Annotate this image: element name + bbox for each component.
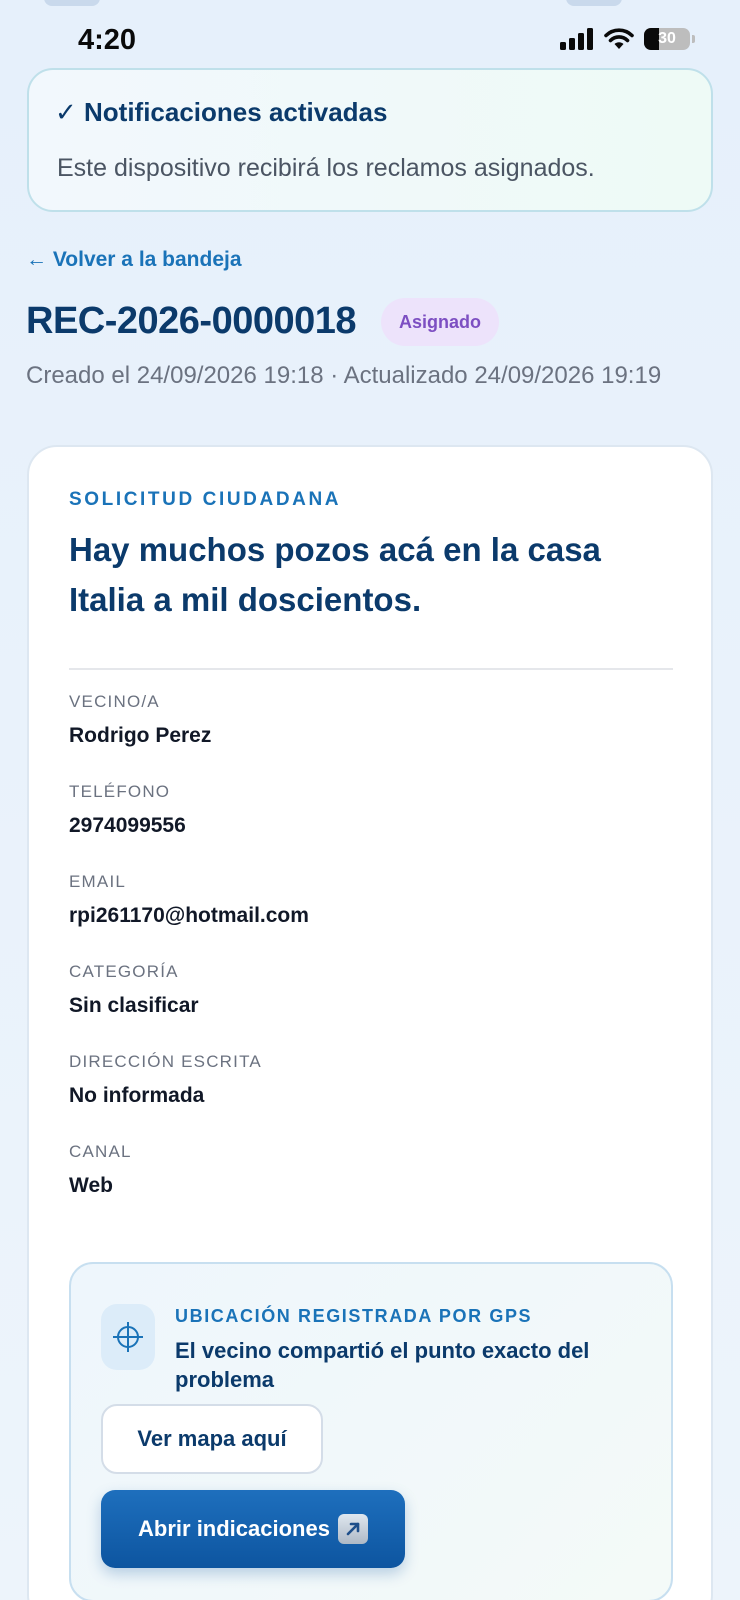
field-value-neighbor: Rodrigo Perez	[69, 724, 212, 747]
field-value-category: Sin clasificar	[69, 994, 199, 1017]
wifi-icon	[604, 28, 634, 49]
open-directions-button[interactable]: Abrir indicaciones	[101, 1490, 405, 1568]
field-label-channel: CANAL	[69, 1142, 132, 1161]
claim-id: REC-2026-0000018	[26, 300, 357, 342]
status-icons: 30	[560, 28, 695, 50]
external-link-icon	[337, 1514, 368, 1544]
field-label-email: EMAIL	[69, 872, 127, 891]
top-left-pill	[44, 0, 100, 6]
status-badge: Asignado	[381, 298, 500, 346]
battery-tip	[692, 35, 695, 43]
battery-icon: 30	[644, 28, 690, 50]
status-time: 4:20	[78, 24, 137, 56]
notification-title: ✓ Notificaciones activadas	[55, 97, 388, 127]
view-map-label: Ver mapa aquí	[137, 1426, 287, 1451]
battery-level: 30	[658, 30, 676, 47]
divider	[69, 668, 673, 670]
field-value-phone: 2974099556	[69, 814, 186, 837]
field-value-email: rpi261170@hotmail.com	[69, 904, 309, 927]
claim-dates: Creado el 24/09/2026 19:18 · Actualizado…	[26, 362, 662, 389]
field-value-channel: Web	[69, 1174, 113, 1197]
open-directions-label: Abrir indicaciones	[138, 1516, 330, 1541]
gps-location-box: UBICACIÓN REGISTRADA POR GPS El vecino c…	[69, 1262, 673, 1600]
claim-detail-card: SOLICITUD CIUDADANA Hay muchos pozos acá…	[27, 445, 713, 1600]
notification-banner: ✓ Notificaciones activadas Este disposit…	[27, 68, 713, 212]
field-label-neighbor: VECINO/A	[69, 692, 160, 711]
notification-text: Este dispositivo recibirá los reclamos a…	[57, 154, 595, 182]
crosshair-icon	[101, 1304, 155, 1370]
gps-eyebrow: UBICACIÓN REGISTRADA POR GPS	[175, 1306, 533, 1326]
field-label-phone: TELÉFONO	[69, 782, 171, 801]
top-right-pill	[566, 0, 622, 6]
signal-icon	[560, 28, 593, 50]
field-label-address: DIRECCIÓN ESCRITA	[69, 1052, 262, 1071]
status-bar: 4:20 30	[0, 0, 740, 64]
request-eyebrow: SOLICITUD CIUDADANA	[69, 489, 342, 510]
gps-description: El vecino compartió el punto exacto del …	[175, 1338, 590, 1392]
request-text: Hay muchos pozos acá en la casa Italia a…	[69, 531, 601, 618]
back-to-inbox-link[interactable]: ← Volver a la bandeja	[26, 248, 242, 272]
view-map-button[interactable]: Ver mapa aquí	[101, 1404, 323, 1474]
field-value-address: No informada	[69, 1084, 205, 1107]
field-label-category: CATEGORÍA	[69, 962, 179, 981]
